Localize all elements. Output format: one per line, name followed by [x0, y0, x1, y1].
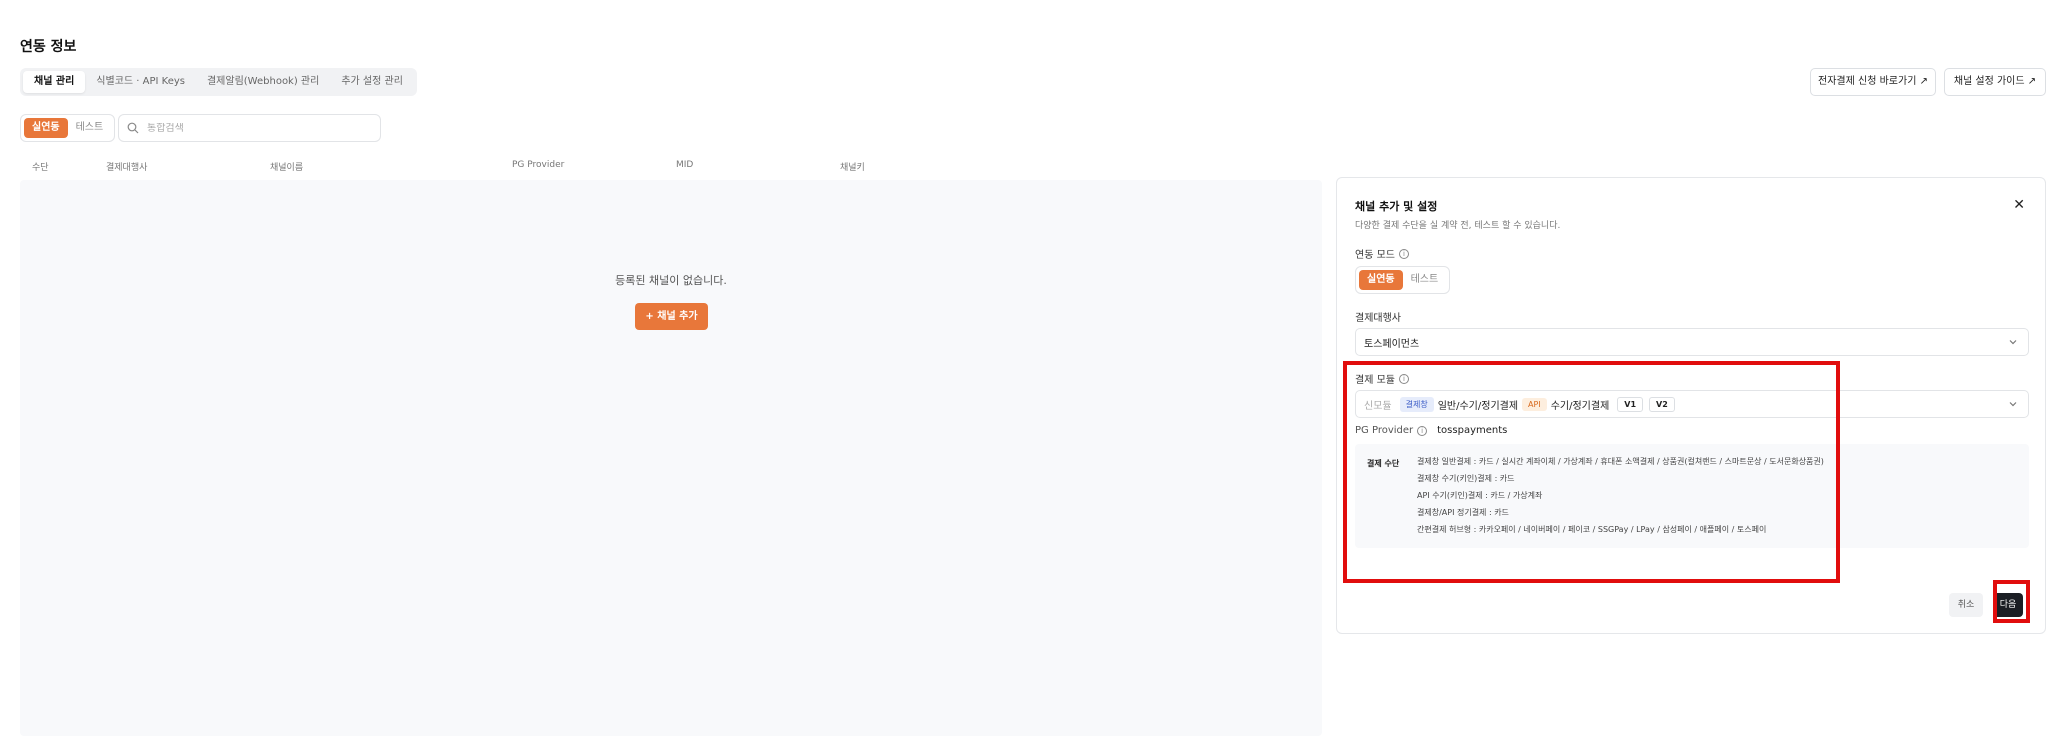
search-box	[118, 114, 381, 142]
add-channel-button[interactable]: + 채널 추가	[635, 303, 708, 330]
column-header-mid: MID	[676, 160, 694, 170]
chevron-down-icon	[2009, 340, 2017, 345]
mode-live-option[interactable]: 실연동	[24, 118, 68, 138]
panel-mode-toggle: 실연동 테스트	[1355, 266, 1451, 294]
channel-list-empty-area: 등록된 채널이 없습니다. + 채널 추가	[20, 180, 1322, 736]
column-header-channel-name: 채널이름	[270, 163, 304, 173]
payment-method-item: 결제창 수기(키인)결제 : 카드	[1417, 474, 1515, 483]
panel-mode-test-option[interactable]: 테스트	[1403, 270, 1447, 290]
module-desc-1: 일반/수기/정기결제	[1437, 400, 1519, 412]
pg-provider-value: tosspayments	[1437, 425, 1508, 436]
info-icon[interactable]: i	[1398, 373, 1409, 384]
page-title: 연동 정보	[20, 39, 77, 55]
column-header-channel-key: 채널키	[840, 163, 865, 173]
pg-provider-row: PG Provider i tosspayments	[1355, 425, 1507, 436]
module-select[interactable]: 신모듈 결제창 일반/수기/정기결제 API 수기/정기결제 V1 V2	[1355, 390, 2029, 418]
info-icon[interactable]: i	[1398, 248, 1409, 259]
module-label: 결제 모듈	[1355, 375, 1395, 386]
payment-method-item: API 수기(키인)결제 : 카드 / 가상계좌	[1417, 491, 1543, 500]
payment-window-badge: 결제창	[1399, 396, 1434, 412]
cancel-button[interactable]: 취소	[1949, 593, 1983, 617]
tab-api-keys[interactable]: 식별코드 · API Keys	[85, 71, 196, 93]
search-input[interactable]	[147, 122, 367, 134]
tab-extra-settings[interactable]: 추가 설정 관리	[330, 71, 414, 93]
mode-toggle: 실연동 테스트	[20, 114, 116, 142]
tab-webhook[interactable]: 결제알림(Webhook) 관리	[196, 71, 330, 93]
chevron-down-icon	[2009, 402, 2017, 407]
payment-method-item: 간편결제 허브형 : 카카오페이 / 네이버페이 / 페이코 / SSGPay …	[1417, 525, 1767, 534]
channel-guide-link-button[interactable]: 채널 설정 가이드 ↗	[1944, 68, 2046, 96]
search-icon	[127, 122, 139, 134]
mode-test-option[interactable]: 테스트	[68, 118, 112, 138]
column-header-pg: 결제대행사	[106, 163, 148, 173]
api-badge: API	[1522, 397, 1547, 411]
payment-method-item: 결제창/API 정기결제 : 카드	[1417, 508, 1509, 517]
payment-methods-box: 결제 수단 결제창 일반결제 : 카드 / 실시간 계좌이체 / 가상계좌 / …	[1355, 444, 2029, 548]
pg-select-value: 토스페이먼츠	[1364, 338, 1420, 350]
next-button[interactable]: 다음	[1993, 593, 2023, 617]
pg-provider-label: PG Provider	[1355, 425, 1414, 436]
module-desc-2: 수기/정기결제	[1550, 400, 1610, 412]
pg-select[interactable]: 토스페이먼츠	[1355, 328, 2029, 356]
payment-method-item: 결제창 일반결제 : 카드 / 실시간 계좌이체 / 가상계좌 / 휴대폰 소액…	[1417, 457, 1824, 466]
panel-mode-live-option[interactable]: 실연동	[1359, 270, 1403, 290]
info-icon[interactable]: i	[1417, 425, 1428, 436]
module-label-row: 결제 모듈 i	[1355, 371, 1409, 386]
panel-title: 채널 추가 및 설정	[1355, 200, 1438, 213]
payment-methods-list: 결제창 일반결제 : 카드 / 실시간 계좌이체 / 가상계좌 / 휴대폰 소액…	[1417, 457, 1824, 542]
tab-channel-management[interactable]: 채널 관리	[23, 71, 86, 93]
mode-label-row: 연동 모드 i	[1355, 246, 1409, 261]
version-v2-badge: V2	[1649, 396, 1675, 412]
pg-label: 결제대행사	[1355, 313, 1401, 324]
tab-bar: 채널 관리 식별코드 · API Keys 결제알림(Webhook) 관리 추…	[20, 68, 417, 96]
payment-methods-title: 결제 수단	[1367, 459, 1400, 468]
mode-label: 연동 모드	[1355, 250, 1395, 261]
channel-settings-panel: 채널 추가 및 설정 다양한 결제 수단을 실 계약 전, 테스트 할 수 있습…	[1336, 177, 2046, 634]
column-header-pg-provider: PG Provider	[512, 160, 565, 170]
column-header-method: 수단	[32, 163, 49, 173]
new-module-text: 신모듈	[1364, 400, 1392, 412]
close-icon[interactable]: ✕	[2013, 198, 2025, 212]
panel-subtitle: 다양한 결제 수단을 실 계약 전, 테스트 할 수 있습니다.	[1355, 221, 1561, 231]
version-v1-badge: V1	[1617, 396, 1644, 412]
payment-application-link-button[interactable]: 전자결제 신청 바로가기 ↗	[1810, 68, 1936, 96]
empty-state-text: 등록된 채널이 없습니다.	[615, 274, 727, 287]
